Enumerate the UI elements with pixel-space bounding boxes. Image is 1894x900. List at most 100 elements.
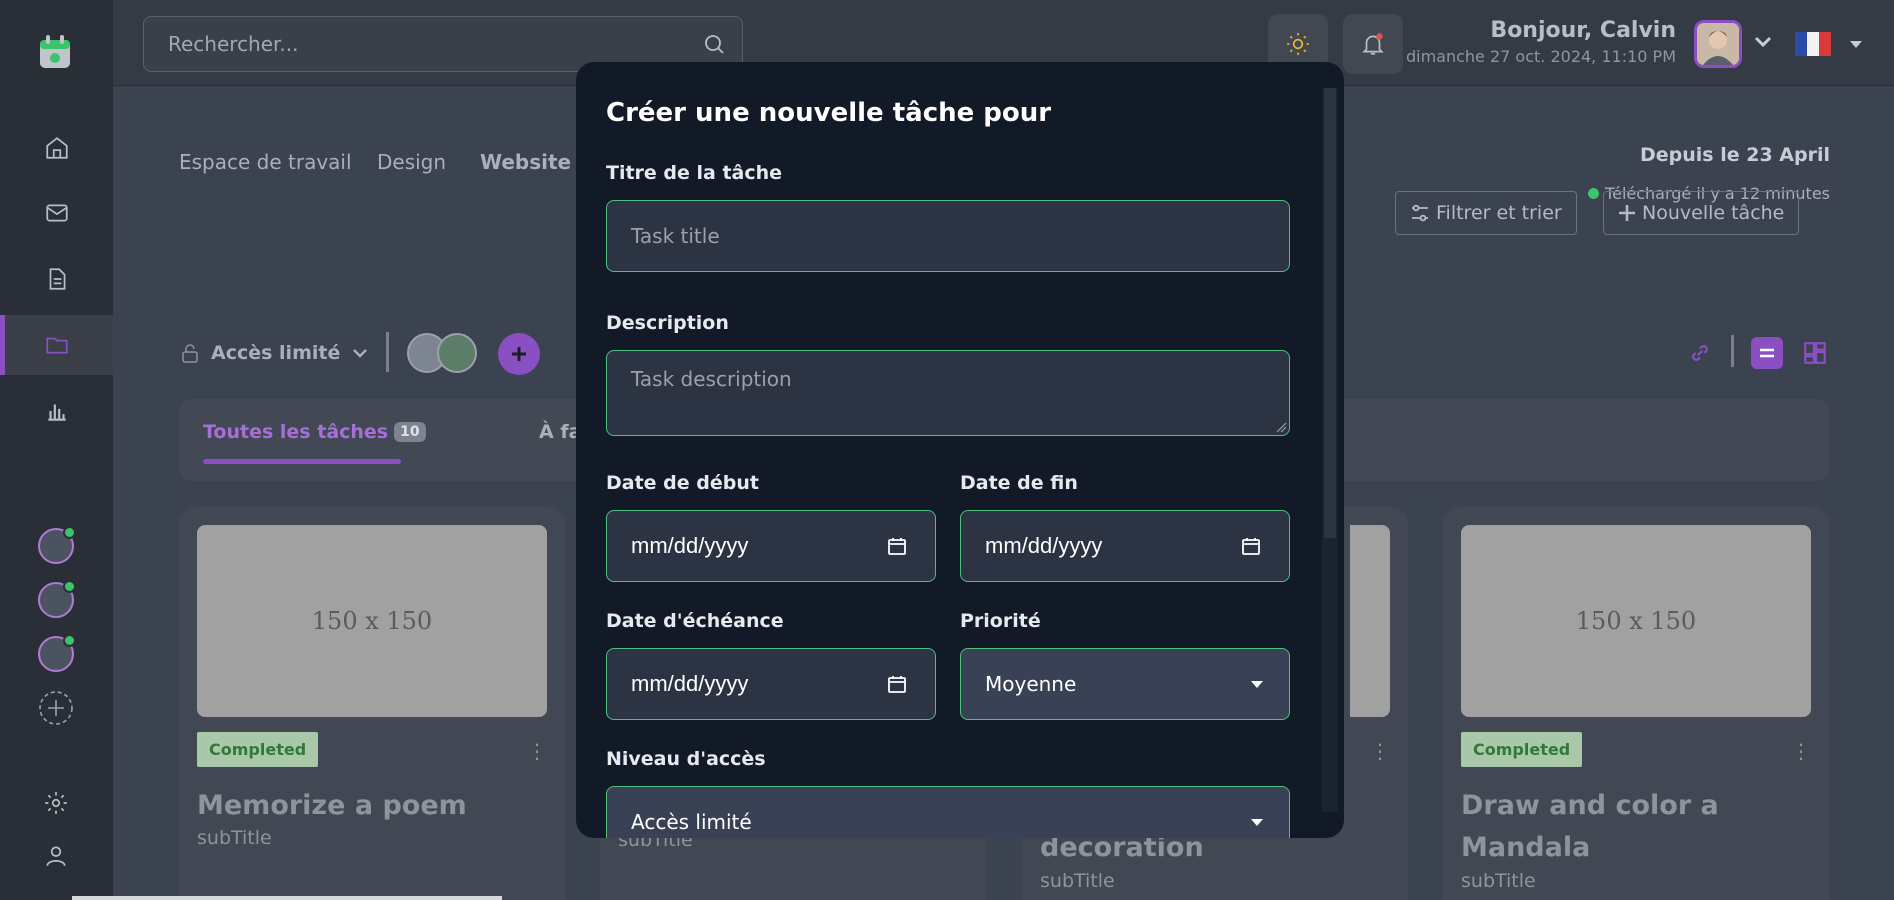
filter-icon xyxy=(1412,204,1428,222)
notifications-button[interactable] xyxy=(1343,14,1403,74)
task-title-label: Titre de la tâche xyxy=(606,162,783,184)
breadcrumb-item[interactable]: Espace de travail xyxy=(179,150,352,174)
online-dot xyxy=(63,580,76,593)
nav-stats[interactable] xyxy=(0,381,113,441)
task-card[interactable]: 150 x 150 Completed ⋮ Memorize a poem su… xyxy=(179,507,565,900)
description-label: Description xyxy=(606,312,729,334)
add-workspace-icon[interactable] xyxy=(38,690,74,726)
profile-icon[interactable] xyxy=(43,843,69,869)
calendar-icon[interactable] xyxy=(1241,536,1261,556)
access-dropdown[interactable]: Accès limité xyxy=(181,342,368,364)
plus-icon xyxy=(512,347,526,361)
start-date-label: Date de début xyxy=(606,472,759,494)
calendar-icon[interactable] xyxy=(887,536,907,556)
home-icon xyxy=(45,137,68,159)
grid-view-button[interactable] xyxy=(1799,337,1831,369)
link-button[interactable] xyxy=(1684,337,1716,369)
add-member-button[interactable] xyxy=(498,333,540,375)
grid-icon xyxy=(1804,342,1826,364)
status-badge: Completed xyxy=(197,732,319,767)
language-caret-icon[interactable] xyxy=(1850,41,1862,48)
online-dot xyxy=(63,634,76,647)
create-task-modal: Créer une nouvelle tâche pour Titre de l… xyxy=(576,62,1344,838)
card-thumbnail: 150 x 150 xyxy=(1461,525,1811,717)
new-task-button[interactable]: Nouvelle tâche xyxy=(1603,191,1800,235)
member-avatar[interactable] xyxy=(437,333,477,373)
current-datetime: dimanche 27 oct. 2024, 11:10 PM xyxy=(1405,47,1676,66)
mail-icon xyxy=(45,204,68,222)
access-level-value: Accès limité xyxy=(631,810,752,834)
active-tab-indicator xyxy=(203,459,401,464)
more-options-icon[interactable]: ⋮ xyxy=(1791,739,1811,763)
online-dot xyxy=(63,526,76,539)
task-title-input[interactable]: Task title xyxy=(606,200,1290,272)
workspace-avatar[interactable] xyxy=(38,580,76,618)
search-icon[interactable] xyxy=(702,32,726,56)
chevron-down-icon[interactable] xyxy=(1753,34,1773,53)
more-options-icon[interactable]: ⋮ xyxy=(527,739,547,763)
sidebar xyxy=(0,0,113,900)
more-options-icon[interactable]: ⋮ xyxy=(1370,739,1390,763)
scrollbar-thumb[interactable] xyxy=(1324,88,1336,538)
document-icon xyxy=(49,268,65,290)
filter-sort-label: Filtrer et trier xyxy=(1436,202,1562,224)
description-textarea[interactable]: Task description xyxy=(606,350,1290,436)
tab-all-tasks[interactable]: Toutes les tâches 10 xyxy=(203,421,426,443)
access-label: Accès limité xyxy=(211,342,341,364)
chevron-down-icon xyxy=(353,349,368,358)
app-logo-icon[interactable] xyxy=(38,34,72,70)
sun-icon xyxy=(1287,33,1309,55)
workspace-avatar[interactable] xyxy=(38,634,76,672)
date-placeholder: mm/dd/yyyy xyxy=(631,671,749,696)
avatar[interactable] xyxy=(1694,20,1742,68)
card-title: Memorize a poem xyxy=(197,790,467,821)
horizontal-scrollbar[interactable] xyxy=(72,896,502,900)
list-view-button[interactable] xyxy=(1751,337,1783,369)
due-date-input[interactable]: mm/dd/yyyy xyxy=(606,648,936,720)
date-placeholder: mm/dd/yyyy xyxy=(985,533,1103,558)
access-level-select[interactable]: Accès limité xyxy=(606,786,1290,838)
bar-chart-icon xyxy=(47,404,66,421)
resize-handle-icon[interactable] xyxy=(1275,421,1287,433)
filter-sort-button[interactable]: Filtrer et trier xyxy=(1395,191,1577,235)
nav-mail[interactable] xyxy=(0,183,113,243)
greeting-text: Bonjour, Calvin xyxy=(1490,18,1676,43)
start-date-input[interactable]: mm/dd/yyyy xyxy=(606,510,936,582)
card-title: Draw and color a Mandala xyxy=(1461,790,1719,863)
task-card[interactable]: 150 x 150 Completed ⋮ Draw and color a M… xyxy=(1443,507,1829,900)
language-flag-icon[interactable] xyxy=(1795,32,1831,56)
workspace-avatar[interactable] xyxy=(38,526,76,564)
card-subtitle: subTitle xyxy=(1040,870,1115,892)
caret-down-icon xyxy=(1251,681,1263,688)
divider xyxy=(1731,335,1734,367)
end-date-input[interactable]: mm/dd/yyyy xyxy=(960,510,1290,582)
breadcrumb-item[interactable]: Design xyxy=(377,150,446,174)
priority-value: Moyenne xyxy=(985,672,1077,696)
new-task-label: Nouvelle tâche xyxy=(1642,202,1785,224)
status-badge: Completed xyxy=(1461,732,1583,767)
list-icon xyxy=(1760,348,1774,358)
access-level-label: Niveau d'accès xyxy=(606,748,766,770)
caret-down-icon xyxy=(1251,819,1263,826)
priority-label: Priorité xyxy=(960,610,1041,632)
due-date-label: Date d'échéance xyxy=(606,610,784,632)
modal-scrollbar[interactable] xyxy=(1322,88,1338,812)
tab-label: Toutes les tâches xyxy=(203,421,389,443)
settings-icon[interactable] xyxy=(43,790,69,816)
folder-icon xyxy=(45,337,68,354)
project-since: Depuis le 23 April xyxy=(1640,144,1830,166)
nav-documents[interactable] xyxy=(0,249,113,309)
calendar-icon[interactable] xyxy=(887,674,907,694)
divider xyxy=(386,332,389,372)
lock-icon xyxy=(182,344,198,363)
date-placeholder: mm/dd/yyyy xyxy=(631,533,749,558)
nav-home[interactable] xyxy=(0,118,113,178)
modal-title: Créer une nouvelle tâche pour xyxy=(606,98,1052,128)
card-subtitle: subTitle xyxy=(1461,870,1536,892)
end-date-label: Date de fin xyxy=(960,472,1078,494)
card-subtitle: subTitle xyxy=(197,827,272,849)
priority-select[interactable]: Moyenne xyxy=(960,648,1290,720)
link-icon xyxy=(1692,345,1708,361)
nav-projects[interactable] xyxy=(0,315,113,375)
card-thumbnail xyxy=(1350,525,1390,717)
